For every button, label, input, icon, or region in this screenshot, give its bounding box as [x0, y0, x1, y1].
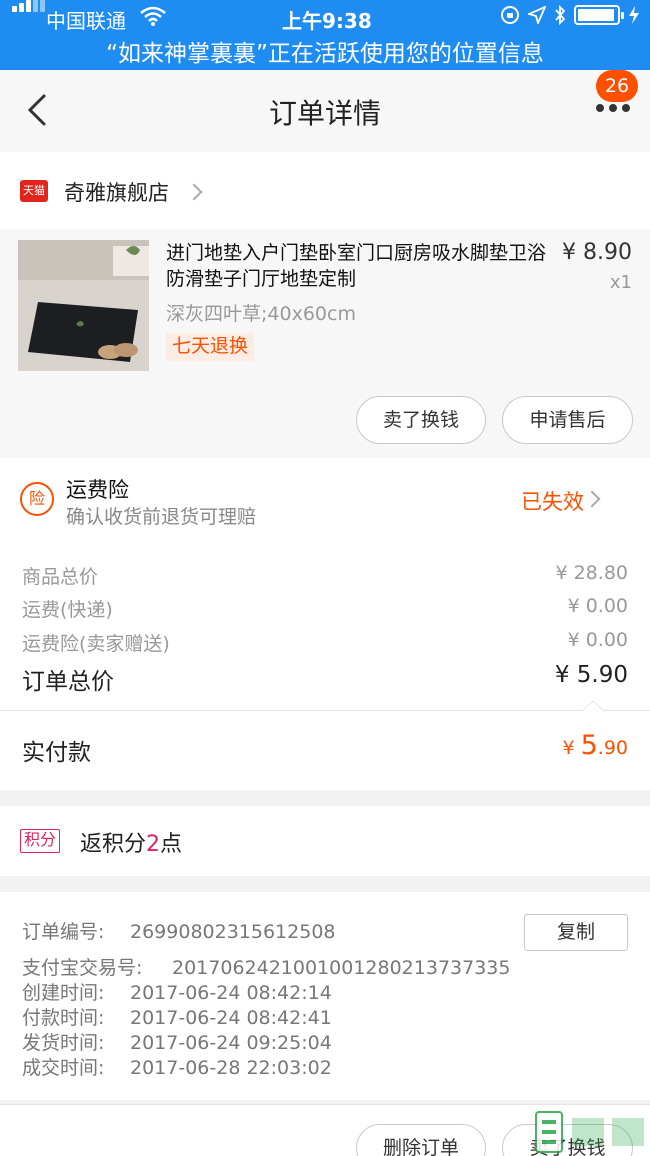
- delete-order-button[interactable]: 删除订单: [356, 1124, 486, 1156]
- carrier-name: 中国联通: [46, 9, 126, 33]
- status-bar: 中国联通 上午9:38 “如来神掌裏裏”正在活跃使用您的位置信息: [0, 0, 650, 70]
- message-count-badge: 26: [596, 70, 638, 102]
- caret-up-icon: [582, 701, 604, 712]
- charging-bolt-icon: [629, 6, 639, 24]
- alipay-trade-number: 2017062421001001280213737335: [172, 957, 511, 979]
- wifi-icon: [140, 6, 166, 26]
- insurance-status[interactable]: 已失效: [521, 486, 584, 516]
- request-after-sale-button[interactable]: 申请售后: [502, 396, 633, 444]
- info-value: 2017-06-24 08:42:41: [130, 1007, 332, 1029]
- price-row-label: 商品总价: [22, 566, 99, 588]
- info-label: 发货时间:: [22, 1032, 105, 1054]
- completed-time-row: 成交时间: 2017-06-28 22:03:02: [22, 1056, 332, 1081]
- price-row-label: 运费险(卖家赠送): [22, 633, 170, 655]
- nav-bar: 订单详情: [0, 70, 650, 152]
- watermark-logo: [535, 1111, 644, 1153]
- info-value: 2017-06-24 09:25:04: [130, 1032, 332, 1054]
- order-total-label: 订单总价: [22, 669, 114, 695]
- insurance-title[interactable]: 运费险: [66, 474, 129, 504]
- price-row-subtotal: 商品总价 ¥ 28.80: [22, 562, 628, 589]
- amount-paid-currency: ¥: [562, 737, 581, 759]
- amount-paid-value: ¥ 5.90: [562, 730, 628, 761]
- points-prefix: 返积分: [80, 832, 147, 857]
- alipay-trade-row: 支付宝交易号: 2017062421001001280213737335: [22, 956, 510, 981]
- price-row-label: 运费(快递): [22, 599, 113, 621]
- order-number[interactable]: 26990802315612508: [130, 921, 336, 943]
- price-row-insurance: 运费险(卖家赠送) ¥ 0.00: [22, 629, 628, 656]
- item-title[interactable]: 进门地垫入户门垫卧室门口厨房吸水脚垫卫浴防滑垫子门厅地垫定制: [166, 240, 556, 292]
- battery-icon: [574, 5, 624, 25]
- amount-paid-decimal: .90: [597, 737, 628, 759]
- info-label: 付款时间:: [22, 1007, 105, 1029]
- store-name[interactable]: 奇雅旗舰店: [64, 177, 169, 207]
- order-detail-screen: { "status_bar": { "carrier": "中国联通", "ti…: [0, 0, 650, 1156]
- info-label: 支付宝交易号:: [22, 957, 143, 979]
- tmall-icon: 天猫: [20, 180, 48, 202]
- price-row-shipping: 运费(快递) ¥ 0.00: [22, 595, 628, 622]
- item-thumbnail[interactable]: [18, 240, 149, 371]
- paid-time-row: 付款时间: 2017-06-24 08:42:41: [22, 1006, 332, 1031]
- price-row-value: ¥ 28.80: [555, 562, 628, 584]
- more-dots-icon[interactable]: [596, 104, 630, 114]
- order-number-row: 订单编号: 26990802315612508: [22, 920, 336, 945]
- item-sku: 深灰四叶草;40x60cm: [166, 303, 356, 325]
- orientation-lock-icon: [501, 6, 519, 24]
- info-label: 成交时间:: [22, 1057, 105, 1079]
- amount-paid-integer: 5: [580, 730, 598, 761]
- points-suffix: 点: [160, 832, 183, 857]
- price-row-value: ¥ 0.00: [567, 629, 628, 651]
- bluetooth-icon: [555, 5, 566, 25]
- points-reward-text: 返积分2点: [80, 826, 182, 858]
- info-value: 2017-06-28 22:03:02: [130, 1057, 332, 1079]
- order-total-value: ¥ 5.90: [554, 662, 628, 688]
- info-value: 2017-06-24 08:42:14: [130, 982, 332, 1004]
- points-count: 2: [146, 832, 161, 857]
- info-label: 订单编号:: [22, 921, 105, 943]
- shipped-time-row: 发货时间: 2017-06-24 09:25:04: [22, 1031, 332, 1056]
- sell-for-cash-button[interactable]: 卖了换钱: [356, 396, 486, 444]
- price-row-total: 订单总价 ¥ 5.90: [22, 662, 628, 696]
- points-badge: 积分: [20, 829, 61, 853]
- item-price: ¥ 8.90: [562, 240, 632, 265]
- info-label: 创建时间:: [22, 982, 105, 1004]
- insurance-subtitle: 确认收货前退货可理赔: [66, 506, 257, 528]
- location-arrow-icon: [528, 6, 546, 24]
- return-policy-tag: 七天退换: [166, 333, 255, 361]
- page-title: 订单详情: [268, 97, 381, 130]
- divider: [0, 710, 650, 711]
- location-usage-banner[interactable]: “如来神掌裏裏”正在活跃使用您的位置信息: [0, 34, 650, 68]
- created-time-row: 创建时间: 2017-06-24 08:42:14: [22, 981, 332, 1006]
- price-row-value: ¥ 0.00: [567, 595, 628, 617]
- amount-paid-label: 实付款: [22, 740, 91, 766]
- status-time: 上午9:38: [282, 9, 372, 33]
- insurance-icon: 险: [20, 482, 54, 516]
- item-quantity: x1: [609, 272, 632, 293]
- copy-order-number-button[interactable]: 复制: [524, 914, 628, 951]
